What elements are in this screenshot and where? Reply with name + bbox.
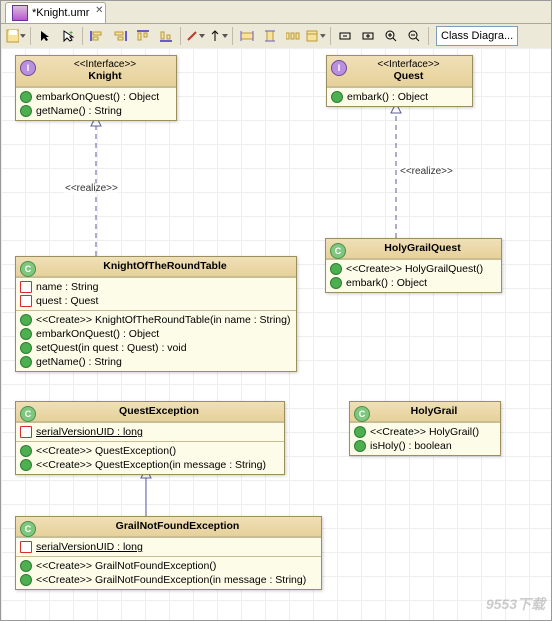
class-header: I <<Interface>> Quest [327, 56, 472, 87]
class-name: HolyGrail [374, 405, 494, 417]
attribute: serialVersionUID : long [36, 541, 143, 553]
add-tool[interactable]: + [57, 25, 79, 47]
class-name: HolyGrailQuest [350, 242, 495, 254]
align-top-tool[interactable] [132, 25, 154, 47]
align-right-tool[interactable] [109, 25, 131, 47]
align-left-tool[interactable] [86, 25, 108, 47]
operations-section: <<Create>> HolyGrail() isHoly() : boolea… [350, 422, 500, 455]
class-knight[interactable]: I <<Interface>> Knight embarkOnQuest() :… [15, 55, 177, 121]
tab-title: *Knight.umr [32, 7, 89, 19]
operation: setQuest(in quest : Quest) : void [36, 342, 187, 354]
class-header: C QuestException [16, 402, 284, 422]
zoom-out-tool[interactable] [403, 25, 425, 47]
realize-label-1: <<realize>> [64, 183, 119, 194]
expand-all-tool[interactable] [334, 25, 356, 47]
editor-window: *Knight.umr ✕ + Class Diagra... [0, 0, 552, 621]
diagram-type-combo[interactable]: Class Diagra... [436, 26, 518, 46]
class-name: QuestException [40, 405, 278, 417]
interface-icon: I [20, 60, 36, 76]
operation: getName() : String [36, 356, 122, 368]
file-icon [12, 5, 28, 21]
zoom-in-tool[interactable] [380, 25, 402, 47]
distribute-h-tool[interactable] [282, 25, 304, 47]
same-height-tool[interactable] [259, 25, 281, 47]
attribute: quest : Quest [36, 295, 98, 307]
class-icon: C [354, 406, 370, 422]
same-width-tool[interactable] [236, 25, 258, 47]
realize-label-2: <<realize>> [399, 166, 454, 177]
operations-section: embarkOnQuest() : Object getName() : Str… [16, 87, 176, 120]
operations-section: <<Create>> QuestException() <<Create>> Q… [16, 441, 284, 474]
operations-section: <<Create>> HolyGrailQuest() embark() : O… [326, 259, 501, 292]
combo-value: Class Diagra... [441, 30, 513, 42]
class-icon: C [20, 521, 36, 537]
class-name: Quest [351, 70, 466, 82]
file-tab[interactable]: *Knight.umr ✕ [5, 2, 106, 23]
class-quest[interactable]: I <<Interface>> Quest embark() : Object [326, 55, 473, 107]
class-holygrail[interactable]: C HolyGrail <<Create>> HolyGrail() isHol… [349, 401, 501, 456]
align-bottom-tool[interactable] [155, 25, 177, 47]
class-icon: C [330, 243, 346, 259]
class-header: C GrailNotFoundException [16, 517, 321, 537]
diagram-canvas[interactable]: <<realize>> <<realize>> I <<Interface>> … [1, 48, 551, 620]
class-name: Knight [40, 70, 170, 82]
stereotype-label: <<Interface>> [351, 59, 466, 70]
class-name: KnightOfTheRoundTable [40, 260, 290, 272]
attribute: name : String [36, 281, 98, 293]
operation: <<Create>> QuestException() [36, 445, 176, 457]
class-holygrailquest[interactable]: C HolyGrailQuest <<Create>> HolyGrailQue… [325, 238, 502, 293]
watermark: 9553下载 [486, 594, 545, 614]
class-questexception[interactable]: C QuestException serialVersionUID : long… [15, 401, 285, 475]
operation: <<Create>> QuestException(in message : S… [36, 459, 266, 471]
class-grailnotfoundexception[interactable]: C GrailNotFoundException serialVersionUI… [15, 516, 322, 590]
operation: embarkOnQuest() : Object [36, 91, 159, 103]
attributes-section: serialVersionUID : long [16, 422, 284, 441]
operation: <<Create>> GrailNotFoundException(in mes… [36, 574, 306, 586]
class-knightoftheroundtable[interactable]: C KnightOfTheRoundTable name : String qu… [15, 256, 297, 372]
collapse-all-tool[interactable] [357, 25, 379, 47]
attribute: serialVersionUID : long [36, 426, 143, 438]
save-button[interactable] [5, 25, 27, 47]
attributes-section: serialVersionUID : long [16, 537, 321, 556]
svg-text:+: + [69, 30, 73, 37]
operations-section: <<Create>> KnightOfTheRoundTable(in name… [16, 310, 296, 371]
class-header: C HolyGrail [350, 402, 500, 422]
tab-bar: *Knight.umr ✕ [1, 1, 551, 24]
new-class-tool[interactable] [305, 25, 327, 47]
operation: isHoly() : boolean [370, 440, 452, 452]
line-tool[interactable] [184, 25, 206, 47]
operation: embark() : Object [346, 277, 427, 289]
close-icon[interactable]: ✕ [95, 5, 103, 16]
class-header: C KnightOfTheRoundTable [16, 257, 296, 277]
operation: embarkOnQuest() : Object [36, 328, 159, 340]
operation: embark() : Object [347, 91, 428, 103]
pointer-tool[interactable] [34, 25, 56, 47]
operation: <<Create>> HolyGrail() [370, 426, 479, 438]
class-name: GrailNotFoundException [40, 520, 315, 532]
operations-section: <<Create>> GrailNotFoundException() <<Cr… [16, 556, 321, 589]
operation: <<Create>> HolyGrailQuest() [346, 263, 483, 275]
operation: getName() : String [36, 105, 122, 117]
class-header: C HolyGrailQuest [326, 239, 501, 259]
arrow-tool[interactable] [207, 25, 229, 47]
stereotype-label: <<Interface>> [40, 59, 170, 70]
operations-section: embark() : Object [327, 87, 472, 106]
operation: <<Create>> GrailNotFoundException() [36, 560, 216, 572]
attributes-section: name : String quest : Quest [16, 277, 296, 310]
interface-icon: I [331, 60, 347, 76]
operation: <<Create>> KnightOfTheRoundTable(in name… [36, 314, 290, 326]
class-icon: C [20, 261, 36, 277]
toolbar: + Class Diagra... [1, 24, 551, 49]
class-header: I <<Interface>> Knight [16, 56, 176, 87]
class-icon: C [20, 406, 36, 422]
